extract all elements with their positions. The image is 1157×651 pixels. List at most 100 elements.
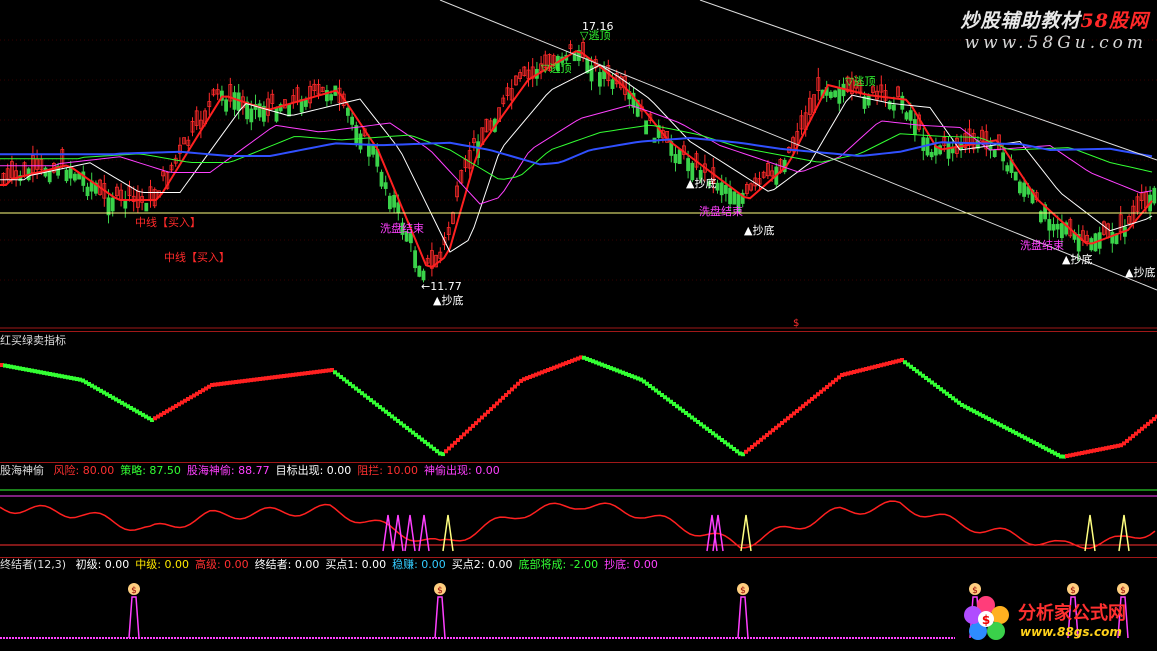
candle-body (224, 99, 229, 112)
indicator-field: 稳赚: 0.00 (392, 558, 446, 571)
price-chart-pane[interactable]: 17.16 ←11.77 ▽逃顶 ▽逃顶 ▽逃顶 中线【买入】 中线【买入】 洗… (0, 0, 1157, 330)
signal-spike (434, 596, 446, 639)
indicator-field: 策略: 87.50 (120, 464, 181, 477)
signal-spike (737, 596, 749, 639)
indicator-field: 高级: 0.00 (194, 558, 249, 571)
candle-body (1001, 152, 1005, 162)
indicator-title: 红买绿卖指标 (0, 334, 66, 347)
indicator-guhai-pane[interactable]: 股海神偷 风险: 80.00 策略: 87.50 股海神偷: 88.77 目标出现: … (0, 463, 1157, 557)
wash-end-label: 洗盘结束 (699, 205, 743, 218)
spike-mark (442, 514, 454, 552)
bottom-buy-label: ▲抄底 (1125, 266, 1156, 279)
candle-body (904, 112, 909, 120)
candle-body (1152, 187, 1157, 204)
candle-body (913, 119, 917, 136)
candle-body (110, 197, 115, 212)
candle-body (396, 202, 401, 213)
candle-body (73, 173, 77, 181)
indicator-field: 买点2: 0.00 (451, 558, 513, 571)
candle-body (413, 250, 418, 269)
signal-spike (128, 596, 140, 639)
bottom-buy-label: ▲抄底 (1062, 253, 1093, 266)
candle-body (946, 143, 951, 159)
candle-body (673, 154, 678, 164)
candle-body (866, 95, 871, 106)
money-bag-icon-label: $ (437, 586, 443, 596)
escape-top-label: ▽逃顶 (541, 62, 572, 75)
candle-body (387, 195, 392, 210)
site-logo: $ 分析家公式网 www.88gs.com (962, 587, 1157, 651)
watermark-title: 炒股辅助教材58股网 (960, 10, 1149, 32)
candle-body (929, 151, 934, 158)
candle-body (354, 125, 359, 144)
candle-body (1018, 181, 1022, 194)
candle-body (1013, 171, 1018, 181)
indicator-name: 终结者(12,3) (0, 558, 67, 571)
candle-body (1110, 231, 1115, 244)
candle-body (383, 182, 388, 189)
indicator-field: 终结者: 0.00 (254, 558, 320, 571)
spike-mark (740, 514, 752, 552)
candle-body (644, 120, 648, 135)
candle-body (724, 184, 728, 194)
candle-body (1051, 224, 1056, 231)
candle-body (358, 133, 363, 150)
spike-mark (418, 514, 430, 552)
candle-body (421, 270, 426, 281)
candle-body (610, 79, 615, 89)
candle-body (892, 104, 896, 111)
bottom-buy-label: ▲抄底 (744, 224, 775, 237)
candle-body (47, 171, 52, 183)
spike-mark (1084, 514, 1096, 552)
candle-body (589, 65, 594, 82)
candle-body (392, 194, 397, 208)
candle-body (837, 87, 842, 104)
indicator-field: 目标出现: 0.00 (275, 464, 352, 477)
mid-buy-label: 中线【买入】 (135, 216, 201, 229)
spike-mark (1118, 514, 1130, 552)
escape-top-label: ▽逃顶 (580, 29, 611, 42)
indicator-field: 买点1: 0.00 (325, 558, 387, 571)
candle-body (236, 92, 241, 111)
candle-body (686, 158, 690, 172)
pane-divider[interactable] (0, 331, 1157, 332)
candle-body (350, 116, 355, 125)
bottom-buy-label: ▲抄底 (686, 177, 717, 190)
svg-text:$: $ (982, 613, 990, 627)
mid-buy-label: 中线【买入】 (164, 251, 230, 264)
escape-top-label: ▽逃顶 (845, 75, 876, 88)
indicator-field: 中级: 0.00 (135, 558, 189, 571)
candle-body (287, 104, 292, 117)
candle-body (598, 72, 602, 87)
candle-body (345, 107, 350, 116)
spike-mark (382, 514, 394, 552)
candle-body (908, 110, 913, 121)
bottom-buy-label: ▲抄底 (433, 294, 464, 307)
indicator-field: 底部将成: -2.00 (518, 558, 599, 571)
candle-body (85, 186, 90, 197)
wash-end-label: 洗盘结束 (1020, 239, 1064, 252)
indicator-red-green-chart (0, 355, 1157, 459)
candle-body (719, 182, 724, 196)
indicator-field: 阻拦: 10.00 (357, 464, 419, 477)
money-bag-icon-label: $ (740, 586, 746, 596)
candle-body (232, 92, 237, 110)
candle-body (925, 137, 930, 156)
candle-body (257, 103, 262, 118)
wash-end-label: 洗盘结束 (380, 222, 424, 235)
candle-body (329, 94, 334, 101)
indicator-header: 终结者(12,3) 初级: 0.00 中级: 0.00 高级: 0.00 终结者: 0… (0, 557, 664, 572)
candle-body (833, 90, 837, 98)
candle-body (1060, 223, 1064, 239)
indicator-header: 股海神偷 风险: 80.00 策略: 87.50 股海神偷: 88.77 目标出现: … (0, 463, 506, 478)
spike-mark (404, 514, 416, 552)
indicator-red-buy-green-sell-pane[interactable]: 红买绿卖指标 (0, 333, 1157, 461)
candle-body (144, 202, 149, 212)
watermark-url: www.58Gu.com (964, 33, 1147, 53)
candle-body (106, 197, 111, 216)
candle-body (303, 99, 308, 107)
candle-body (371, 144, 376, 155)
candle-body (1022, 182, 1026, 197)
indicator-field: 初级: 0.00 (75, 558, 130, 571)
money-bag-icon-label: $ (131, 586, 137, 596)
